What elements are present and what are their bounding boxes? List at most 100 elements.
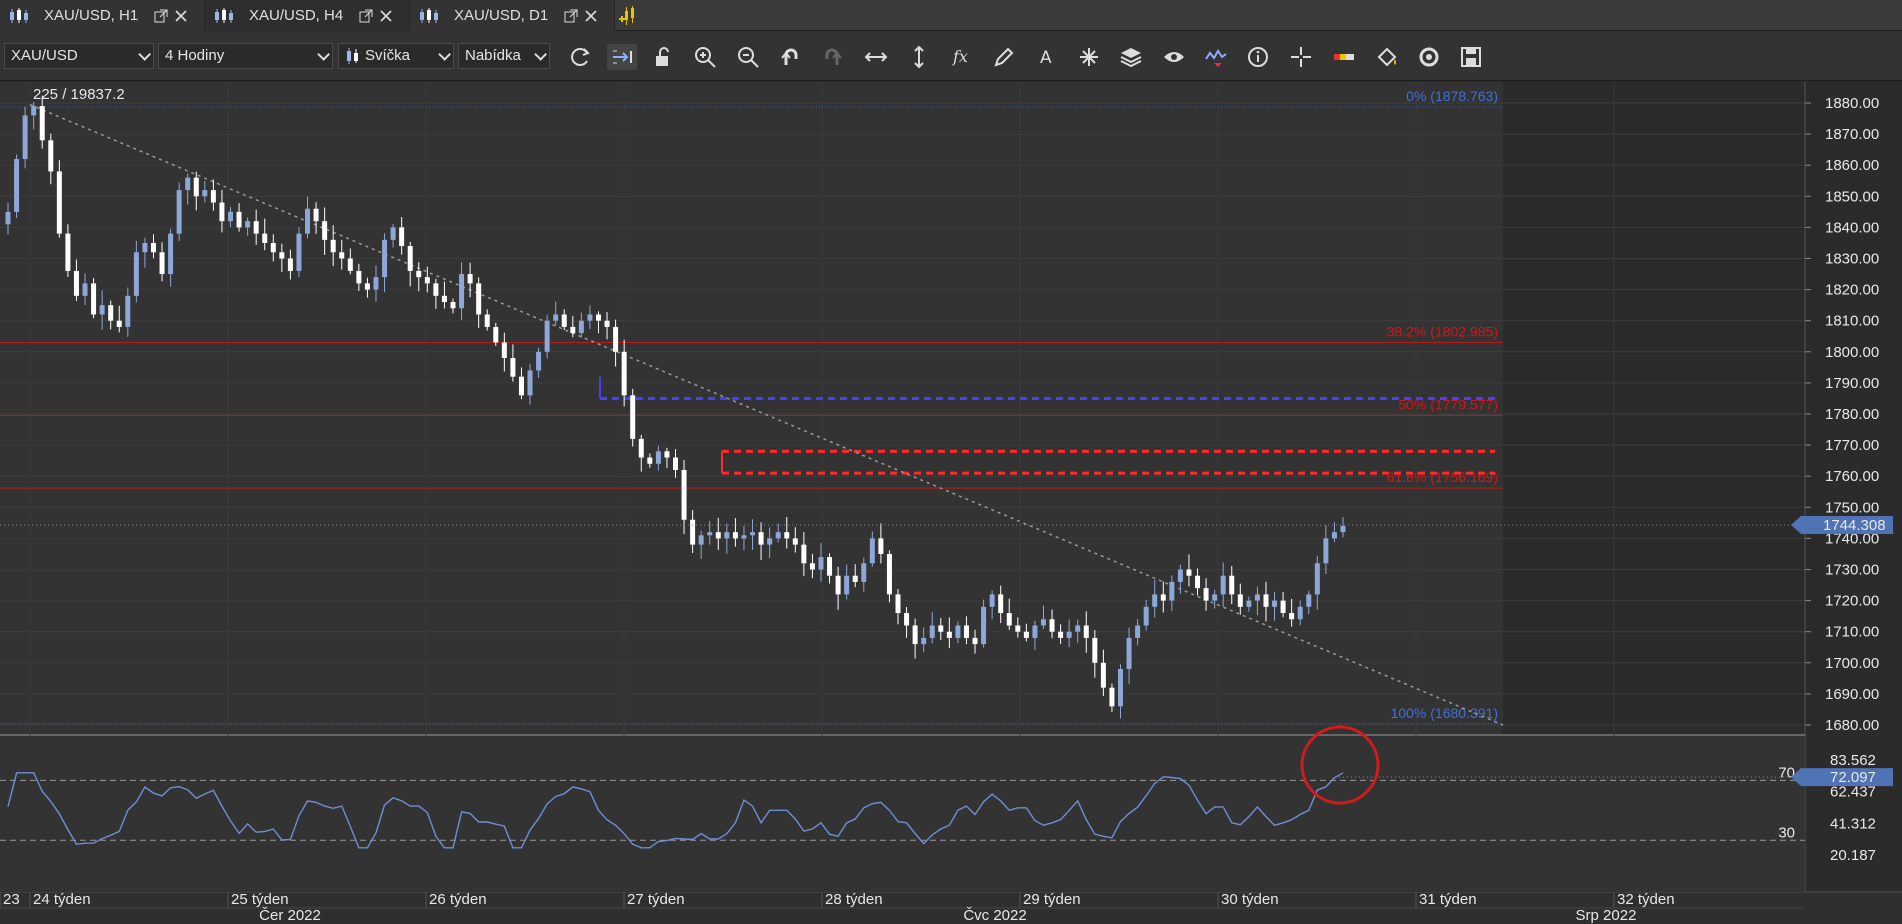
price-tick-label: 1830.00 bbox=[1825, 251, 1879, 268]
rsi-current-label: 72.097 bbox=[1830, 769, 1876, 786]
popout-icon[interactable] bbox=[359, 9, 373, 23]
candle-body bbox=[116, 320, 122, 327]
close-icon[interactable] bbox=[379, 9, 393, 23]
chevron-down-icon bbox=[534, 48, 547, 61]
candle-body bbox=[56, 171, 62, 234]
pencil-button[interactable] bbox=[989, 44, 1019, 70]
cycle-button[interactable] bbox=[1414, 44, 1444, 70]
candle-body bbox=[150, 242, 156, 253]
chart-type-select[interactable]: Svíčka bbox=[338, 43, 454, 69]
candle-body bbox=[1100, 662, 1106, 688]
rsi-level-70-label: 70 bbox=[1778, 764, 1795, 781]
tab-label: XAU/USD, H4 bbox=[249, 7, 344, 24]
fib-level-label: 100% (1680.391) bbox=[1391, 705, 1498, 721]
price-tick-label: 1840.00 bbox=[1825, 219, 1879, 236]
info-icon bbox=[1248, 47, 1268, 67]
candle-body bbox=[595, 314, 601, 321]
timeframe-select-value: 4 Hodiny bbox=[165, 47, 225, 64]
candle-body bbox=[1135, 625, 1141, 638]
candle-body bbox=[39, 106, 45, 141]
unlock-icon bbox=[656, 47, 669, 66]
undo-button[interactable] bbox=[775, 44, 805, 70]
current-price-label: 1744.308 bbox=[1823, 517, 1886, 534]
crosshair-star-button[interactable] bbox=[1074, 44, 1104, 70]
candle-body bbox=[544, 320, 550, 352]
tab-1[interactable]: XAU/USD, H1 bbox=[0, 0, 205, 31]
color-bar-button[interactable] bbox=[1329, 44, 1359, 70]
candle-body bbox=[22, 115, 28, 159]
candle-body bbox=[784, 532, 790, 539]
indicator-fx-button[interactable]: fx bbox=[947, 44, 977, 70]
unlock-button[interactable] bbox=[648, 44, 678, 70]
info-button[interactable] bbox=[1243, 44, 1273, 70]
close-icon[interactable] bbox=[584, 9, 598, 23]
candle-body bbox=[1023, 631, 1029, 638]
candle-body bbox=[91, 283, 97, 315]
candle-body bbox=[1083, 625, 1089, 638]
chart-area[interactable]: 1880.00 1870.00 1860.00 1850.00 1840.00 1830.… bbox=[0, 82, 1902, 924]
cursor-button[interactable] bbox=[1286, 44, 1316, 70]
candle-body bbox=[1254, 594, 1260, 601]
candlestick-chart-icon bbox=[215, 7, 233, 23]
candle-body bbox=[869, 538, 875, 564]
add-chart-button[interactable] bbox=[615, 0, 645, 31]
zoom-in-icon bbox=[695, 47, 716, 68]
text-tool-button[interactable]: A bbox=[1032, 44, 1062, 70]
week-label: 29 týden bbox=[1023, 891, 1081, 908]
candle-body bbox=[1177, 569, 1183, 582]
paint-bucket-button[interactable] bbox=[1372, 44, 1402, 70]
tab-3[interactable]: XAU/USD, D1 bbox=[410, 0, 615, 31]
popout-icon[interactable] bbox=[564, 9, 578, 23]
chevron-down-icon bbox=[438, 48, 451, 61]
rsi-level-30-label: 30 bbox=[1778, 824, 1795, 841]
eye-button[interactable] bbox=[1159, 44, 1189, 70]
candle-body bbox=[82, 283, 88, 296]
save-button[interactable] bbox=[1456, 44, 1486, 70]
zoom-out-button[interactable] bbox=[733, 44, 763, 70]
timeframe-select[interactable]: 4 Hodiny bbox=[158, 43, 333, 69]
candle-body bbox=[963, 625, 969, 638]
price-side-select[interactable]: Nabídka bbox=[458, 43, 550, 69]
candle-body bbox=[1212, 594, 1218, 601]
candle-body bbox=[613, 326, 619, 352]
vertical-expand-button[interactable] bbox=[904, 44, 934, 70]
layers-icon bbox=[1120, 48, 1142, 68]
candle-body bbox=[767, 538, 773, 545]
candle-body bbox=[253, 221, 259, 234]
refresh-button[interactable] bbox=[564, 44, 594, 70]
tab-2[interactable]: XAU/USD, H4 bbox=[205, 0, 410, 31]
autoscroll-button[interactable] bbox=[607, 44, 637, 70]
candle-body bbox=[707, 532, 713, 536]
candle-body bbox=[1066, 631, 1072, 638]
candle-body bbox=[852, 575, 858, 582]
redo-button[interactable] bbox=[818, 44, 848, 70]
popout-icon[interactable] bbox=[154, 9, 168, 23]
candle-body bbox=[1331, 532, 1337, 539]
undo-icon bbox=[781, 48, 798, 65]
candle-body bbox=[450, 302, 456, 309]
candle-body bbox=[946, 631, 952, 638]
candle-body bbox=[1186, 569, 1192, 576]
fib-level-label: 61.8% (1756.169) bbox=[1387, 469, 1498, 485]
close-icon[interactable] bbox=[174, 9, 188, 23]
candle-body bbox=[989, 594, 995, 607]
rsi-tick-label: 83.562 bbox=[1830, 752, 1876, 769]
horizontal-expand-button[interactable] bbox=[861, 44, 891, 70]
price-chart[interactable]: 1880.00 1870.00 1860.00 1850.00 1840.00 1830.… bbox=[0, 82, 1902, 924]
signal-button[interactable] bbox=[1201, 44, 1231, 70]
candle-body bbox=[1032, 625, 1038, 638]
candle-body bbox=[895, 594, 901, 614]
symbol-select[interactable]: XAU/USD bbox=[4, 43, 154, 69]
zoom-in-button[interactable] bbox=[690, 44, 720, 70]
week-label: 32 týden bbox=[1617, 891, 1675, 908]
layers-button[interactable] bbox=[1116, 44, 1146, 70]
candle-body bbox=[518, 376, 524, 396]
candle-body bbox=[467, 274, 473, 284]
candle-body bbox=[441, 295, 447, 303]
candle-body bbox=[1006, 613, 1012, 626]
candle-body bbox=[1126, 637, 1132, 670]
candle-body bbox=[210, 190, 216, 203]
candle-body bbox=[921, 637, 927, 645]
candle-body bbox=[861, 563, 867, 582]
redo-icon bbox=[825, 48, 842, 65]
